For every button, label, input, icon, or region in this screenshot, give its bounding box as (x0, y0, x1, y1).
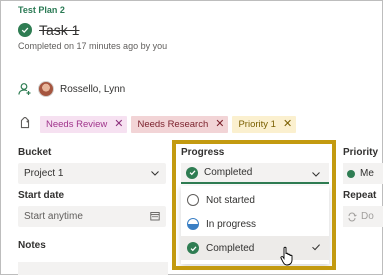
completed-meta-text: Completed on 17 minutes ago by you (18, 41, 168, 51)
bucket-value: Project 1 (24, 168, 64, 179)
label-chip-text: Needs Research (137, 118, 209, 130)
completed-check-icon[interactable] (18, 23, 32, 37)
task-title-row: Task 1 (18, 21, 79, 39)
hand-cursor-icon (280, 246, 293, 266)
repeat-label: Repeat (343, 190, 377, 201)
assignee-row: Rossello, Lynn (18, 80, 125, 98)
highlight-box (172, 140, 336, 270)
priority-dot-icon (347, 169, 355, 178)
start-date-input[interactable]: Start anytime (18, 206, 166, 227)
assign-person-icon[interactable] (18, 82, 32, 96)
repeat-icon (348, 212, 357, 221)
start-date-label: Start date (18, 190, 65, 201)
label-chip-priority-1[interactable]: Priority 1 ✕ (232, 115, 297, 133)
avatar[interactable] (38, 81, 54, 97)
label-chip-needs-review[interactable]: Needs Review ✕ (40, 115, 128, 133)
remove-label-icon[interactable]: ✕ (215, 119, 224, 130)
notes-label: Notes (18, 240, 46, 251)
plan-name-link[interactable]: Test Plan 2 (18, 5, 65, 15)
repeat-select[interactable]: Do (343, 206, 383, 227)
remove-label-icon[interactable]: ✕ (283, 119, 292, 130)
labels-row: Needs Review ✕ Needs Research ✕ Priority… (18, 115, 300, 133)
calendar-icon[interactable] (150, 211, 160, 221)
notes-input[interactable] (18, 262, 168, 275)
label-chip-text: Priority 1 (238, 118, 276, 130)
start-date-placeholder: Start anytime (24, 211, 83, 222)
priority-label: Priority (343, 147, 379, 158)
priority-select[interactable]: Me (343, 163, 383, 184)
repeat-value: Do (361, 211, 374, 222)
chevron-down-icon (151, 171, 159, 176)
bucket-label: Bucket (18, 147, 52, 158)
assignee-name: Rossello, Lynn (60, 83, 126, 95)
remove-label-icon[interactable]: ✕ (114, 119, 123, 130)
label-chip-needs-research[interactable]: Needs Research ✕ (131, 115, 229, 133)
bucket-select[interactable]: Project 1 (18, 163, 166, 184)
priority-value: Me (360, 168, 374, 179)
label-chip-text: Needs Review (46, 118, 108, 130)
tag-icon[interactable] (18, 117, 32, 131)
task-title[interactable]: Task 1 (39, 22, 79, 38)
